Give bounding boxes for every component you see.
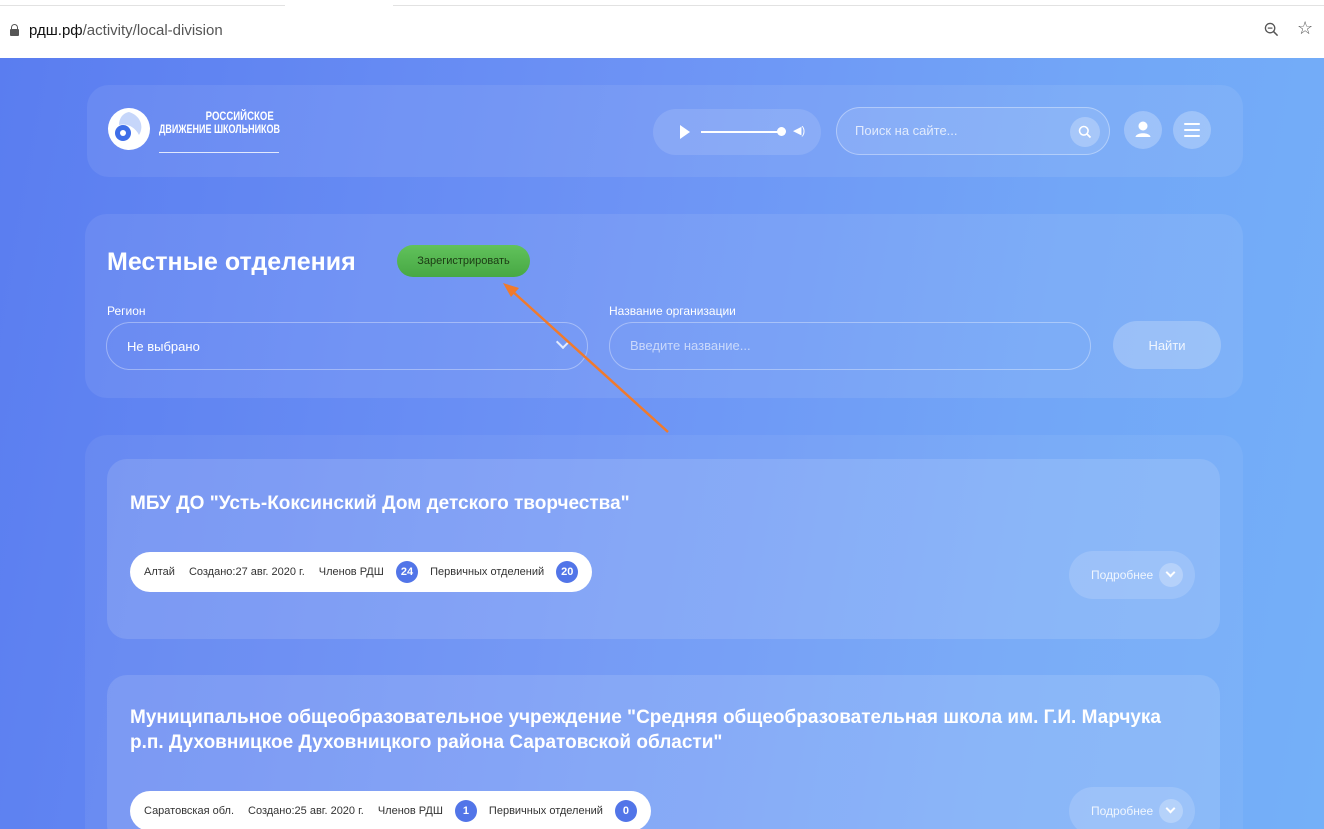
details-button[interactable]: Подробнее [1069,551,1195,599]
region-select-value: Не выбрано [127,339,200,354]
user-icon [1135,121,1151,137]
results-panel: МБУ ДО "Усть-Коксинский Дом детского тво… [85,435,1243,829]
audio-progress-bar[interactable] [701,131,781,133]
url-path: /activity/local-division [82,22,223,39]
details-button[interactable]: Подробнее [1069,787,1195,829]
primary-units-label: Первичных отделений [488,805,603,817]
members-count-badge: 1 [454,800,477,822]
chevron-down-icon [1159,563,1183,587]
volume-icon[interactable]: ◀) [793,124,805,137]
zoom-icon[interactable] [1264,22,1279,37]
result-title: МБУ ДО "Усть-Коксинский Дом детского тво… [130,493,630,514]
search-button[interactable] [1070,117,1100,147]
menu-button[interactable] [1173,111,1211,149]
menu-icon [1184,123,1200,125]
result-stats: Саратовская обл. Создано:25 авг. 2020 г.… [130,791,651,829]
result-card: Муниципальное общеобразовательное учрежд… [107,675,1220,829]
logo-text[interactable]: РОССИЙСКОЕ ДВИЖЕНИЕ ШКОЛЬНИКОВ [159,110,320,153]
org-name-input[interactable] [630,338,1030,353]
chevron-down-icon [1159,799,1183,823]
play-icon[interactable] [680,125,690,139]
logo-icon[interactable] [107,107,151,151]
result-created: Создано:25 авг. 2020 г. [248,805,364,817]
audio-progress-knob[interactable] [777,127,786,136]
find-button[interactable]: Найти [1113,321,1221,369]
logo-underline [159,152,279,153]
members-count-badge: 24 [395,561,419,583]
site-search [836,107,1110,155]
audio-player: ◀) [653,109,821,155]
details-button-label: Подробнее [1091,568,1154,582]
lock-icon[interactable] [10,24,19,36]
chevron-down-icon [555,334,571,350]
url-host: рдш.рф [29,22,83,39]
primary-units-label: Первичных отделений [430,566,545,578]
site-header: РОССИЙСКОЕ ДВИЖЕНИЕ ШКОЛЬНИКОВ ◀) [87,85,1243,177]
logo-line-2: ДВИЖЕНИЕ ШКОЛЬНИКОВ [159,122,281,136]
tab[interactable] [393,0,1324,6]
search-icon [1078,125,1092,139]
result-region: Саратовская обл. [144,805,235,817]
region-label: Регион [107,304,146,318]
browser-address-bar: рдш.рф/activity/local-division ☆ [0,0,1324,58]
primary-units-count-badge: 20 [556,561,579,583]
members-label: Членов РДШ [318,566,384,578]
result-stats: Алтай Создано:27 авг. 2020 г. Членов РДШ… [130,552,593,592]
register-button[interactable]: Зарегистрировать [397,245,530,277]
tab-strip [0,0,1324,10]
region-select[interactable]: Не выбрано [106,322,588,370]
url-field[interactable]: рдш.рф/activity/local-division [29,22,223,39]
result-card: МБУ ДО "Усть-Коксинский Дом детского тво… [107,459,1220,639]
result-region: Алтай [144,566,175,578]
user-button[interactable] [1124,111,1162,149]
members-label: Членов РДШ [377,805,443,817]
result-created: Создано:27 авг. 2020 г. [188,566,305,578]
tab[interactable] [0,0,285,6]
details-button-label: Подробнее [1091,804,1154,818]
org-name-label: Название организации [609,304,736,318]
org-name-field [609,322,1091,370]
page-title: Местные отделения [107,248,356,276]
result-title: Муниципальное общеобразовательное учрежд… [130,707,1162,753]
filter-panel: Местные отделения Зарегистрировать Регио… [85,214,1243,398]
page: РОССИЙСКОЕ ДВИЖЕНИЕ ШКОЛЬНИКОВ ◀) Поиск … [0,58,1324,829]
bookmark-star-icon[interactable]: ☆ [1297,18,1313,39]
primary-units-count-badge: 0 [614,800,637,822]
search-input[interactable] [855,123,1055,138]
